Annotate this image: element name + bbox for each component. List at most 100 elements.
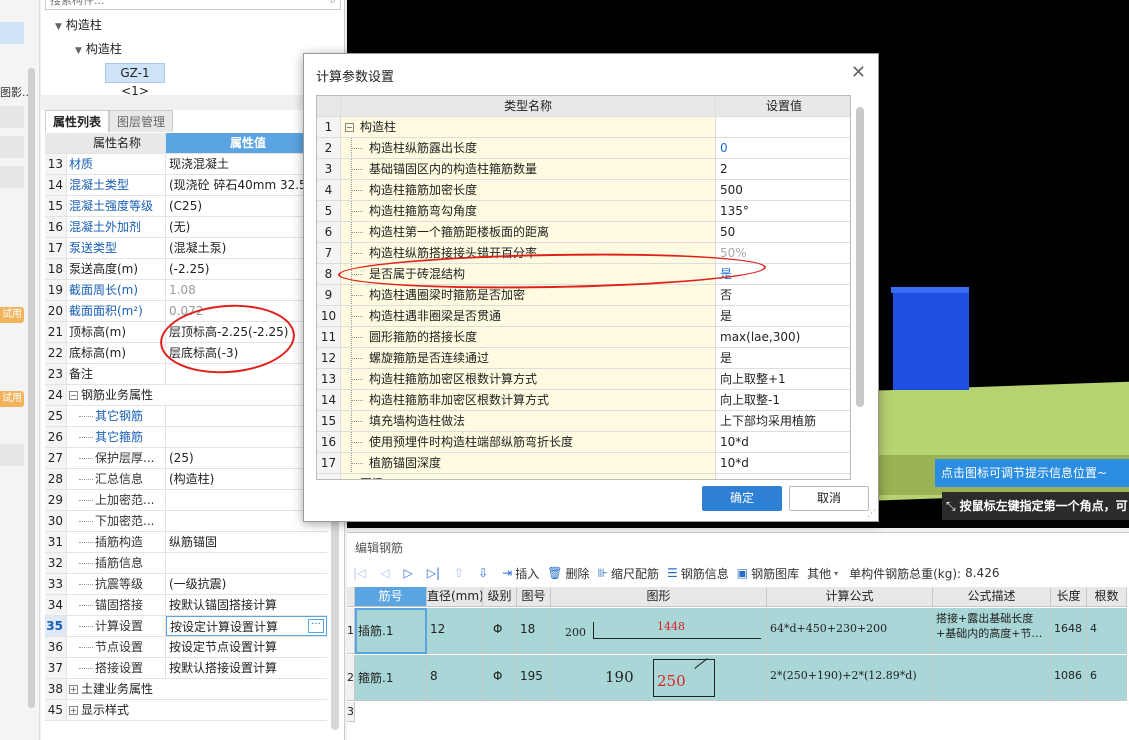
trial-badge[interactable]: 试用	[0, 307, 24, 323]
search-icon[interactable]: ⌕	[330, 0, 336, 8]
column-header[interactable]: 长度	[1051, 587, 1087, 607]
settings-row[interactable]: 7 构造柱纵筋搭接接头错开百分率 50%	[317, 243, 850, 264]
settings-row[interactable]: 10 构造柱遇非圈梁是否贯通是	[317, 306, 850, 327]
property-row[interactable]: 38 + 土建业务属性	[45, 679, 327, 700]
property-row[interactable]: 29 上加密范...	[45, 490, 327, 511]
property-row[interactable]: 27 保护层厚... (25)	[45, 448, 327, 469]
column-header[interactable]: 图号	[517, 587, 551, 607]
close-icon[interactable]: ✕	[851, 62, 866, 83]
settings-row[interactable]: 4 构造柱箍筋加密长度 500	[317, 180, 850, 201]
property-row[interactable]: 16 混凝土外加剂 (无)	[45, 217, 327, 238]
setting-value[interactable]: 500	[716, 180, 850, 200]
expand-toggle-icon[interactable]: −	[69, 391, 78, 400]
collapse-triangle-icon[interactable]: ▼	[75, 46, 82, 56]
insert-button[interactable]: ⇥ 插入	[502, 565, 539, 582]
expand-toggle-icon[interactable]: +	[69, 706, 78, 715]
search-input[interactable]	[50, 0, 320, 7]
rebar-library-button[interactable]: ▣ 钢筋图库	[737, 565, 799, 582]
property-row[interactable]: 37 搭接设置 按默认搭接设置计算	[45, 658, 327, 679]
rebar-cell[interactable]: 搭接+露出基础长度+基础内的高度+节…	[933, 608, 1051, 654]
column-header[interactable]: 公式描述	[933, 587, 1051, 607]
rebar-cell[interactable]: 1086	[1051, 655, 1087, 701]
other-menu-button[interactable]: 其他 ▾	[807, 565, 841, 582]
property-row[interactable]: 19 截面周长(m) 1.08	[45, 280, 327, 301]
move-up-icon[interactable]: ⇧	[454, 566, 464, 580]
settings-row[interactable]: 14 构造柱箍筋非加密区根数计算方式 向上取整-1	[317, 390, 850, 411]
property-value[interactable]: 按设定计算设置计算 ···	[166, 616, 327, 636]
property-value[interactable]: 按默认搭接设置计算	[166, 658, 327, 678]
collapse-triangle-icon[interactable]: ▼	[55, 22, 62, 32]
setting-value[interactable]: 是	[716, 306, 850, 326]
property-row[interactable]: 32 插筋信息	[45, 553, 327, 574]
prev-record-icon[interactable]: ◁	[380, 566, 389, 580]
rebar-cell[interactable]: 8	[427, 655, 483, 701]
more-options-button[interactable]: ···	[308, 619, 324, 633]
property-row[interactable]: 45 + 显示样式	[45, 700, 327, 721]
settings-row[interactable]: 11 圆形箍筋的搭接长度 max(lae,300)	[317, 327, 850, 348]
setting-value[interactable]: 50	[716, 222, 850, 242]
rebar-cell[interactable]: 195	[517, 655, 551, 701]
property-row[interactable]: 20 截面面积(m²) 0.072	[45, 301, 327, 322]
setting-value[interactable]: 50%	[716, 243, 850, 263]
rebar-cell[interactable]: 190 250	[551, 655, 767, 701]
rebar-cell[interactable]: 箍筋.1	[355, 655, 427, 701]
rebar-row[interactable]: 1 插筋.1 12 Φ 18 200 1448 64*d+450+230+200 搭接+露出基础…	[347, 608, 1127, 654]
tip-bubble[interactable]: 点击图标可调节提示信息位置~	[935, 459, 1129, 487]
rebar-cell[interactable]: 6	[1087, 655, 1127, 701]
setting-value[interactable]: 向上取整+1	[716, 369, 850, 389]
settings-row[interactable]: 16 使用预埋件时构造柱端部纵筋弯折长度 10*d	[317, 432, 850, 453]
column-header[interactable]: 直径(mm)	[427, 587, 483, 607]
property-value[interactable]: 纵筋锚固	[166, 532, 327, 552]
cancel-button[interactable]: 取消	[789, 486, 869, 511]
move-down-icon[interactable]: ⇩	[478, 566, 488, 580]
scale-rebar-button[interactable]: ⊪ 缩尺配筋	[597, 565, 658, 582]
tree-node-root[interactable]: ▼ 构造柱	[55, 16, 102, 33]
property-value[interactable]: 按默认锚固搭接计算	[166, 595, 327, 615]
setting-value[interactable]: max(lae,300)	[716, 327, 850, 347]
settings-row[interactable]: 12 螺旋箍筋是否连续通过是	[317, 348, 850, 369]
left-strip-scrollbar[interactable]	[28, 68, 35, 708]
rebar-cell[interactable]: 插筋.1	[355, 608, 427, 654]
property-row[interactable]: 28 汇总信息 (构造柱)	[45, 469, 327, 490]
property-row[interactable]: 36 节点设置 按设定节点设置计算	[45, 637, 327, 658]
last-record-icon[interactable]: ▷|	[427, 566, 440, 580]
settings-row[interactable]: 8 是否属于砖混结构是	[317, 264, 850, 285]
setting-value[interactable]: 否	[716, 285, 850, 305]
rebar-cell[interactable]: 2*(250+190)+2*(12.89*d)	[767, 655, 933, 701]
column-header[interactable]: 筋号	[355, 587, 427, 607]
property-value[interactable]: 按设定节点设置计算	[166, 637, 327, 657]
strip-item[interactable]	[0, 166, 24, 188]
tree-node-child[interactable]: ▼ 构造柱	[75, 40, 122, 57]
property-row[interactable]: 21 顶标高(m) 层顶标高-2.25(-2.25)	[45, 322, 327, 343]
property-row[interactable]: 31 插筋构造 纵筋锚固	[45, 532, 327, 553]
strip-item[interactable]	[0, 106, 24, 128]
expand-toggle-icon[interactable]: −	[345, 123, 354, 132]
setting-value[interactable]: 10*d	[716, 432, 850, 452]
rebar-cell[interactable]: 18	[517, 608, 551, 654]
setting-value[interactable]: 0	[716, 138, 850, 158]
property-row[interactable]: 14 混凝土类型 (现浇砼 碎石40mm 32.5	[45, 175, 327, 196]
settings-row[interactable]: 3 基础锚固区内的构造柱箍筋数量 2	[317, 159, 850, 180]
rebar-cell[interactable]: 64*d+450+230+200	[767, 608, 933, 654]
ok-button[interactable]: 确定	[702, 486, 782, 511]
tab-property-list[interactable]: 属性列表	[45, 110, 110, 132]
expand-toggle-icon[interactable]: +	[69, 685, 78, 694]
rebar-cell[interactable]: 1648	[1051, 608, 1087, 654]
rebar-info-button[interactable]: ☰ 钢筋信息	[667, 565, 729, 582]
rebar-cell[interactable]: 4	[1087, 608, 1127, 654]
property-row[interactable]: 15 混凝土强度等级 (C25)	[45, 196, 327, 217]
property-row[interactable]: 24− 钢筋业务属性	[45, 385, 327, 406]
delete-button[interactable]: 🗑 删除	[547, 565, 589, 582]
property-row[interactable]: 33 抗震等级 (一级抗震)	[45, 574, 327, 595]
strip-item-selected[interactable]	[0, 22, 24, 44]
component-search-box[interactable]: ⌕	[45, 0, 341, 10]
settings-row[interactable]: 1− 构造柱	[317, 117, 850, 138]
strip-item[interactable]	[0, 136, 24, 158]
settings-row[interactable]: 6 构造柱第一个箍筋距楼板面的距离 50	[317, 222, 850, 243]
rebar-cell[interactable]: 200 1448	[551, 608, 767, 654]
property-row[interactable]: 30 下加密范...	[45, 511, 327, 532]
setting-value[interactable]: 是	[716, 264, 850, 284]
first-record-icon[interactable]: |◁	[353, 566, 366, 580]
setting-value[interactable]: 10*d	[716, 453, 850, 473]
resize-grip-icon[interactable]: ⋰	[867, 509, 876, 519]
